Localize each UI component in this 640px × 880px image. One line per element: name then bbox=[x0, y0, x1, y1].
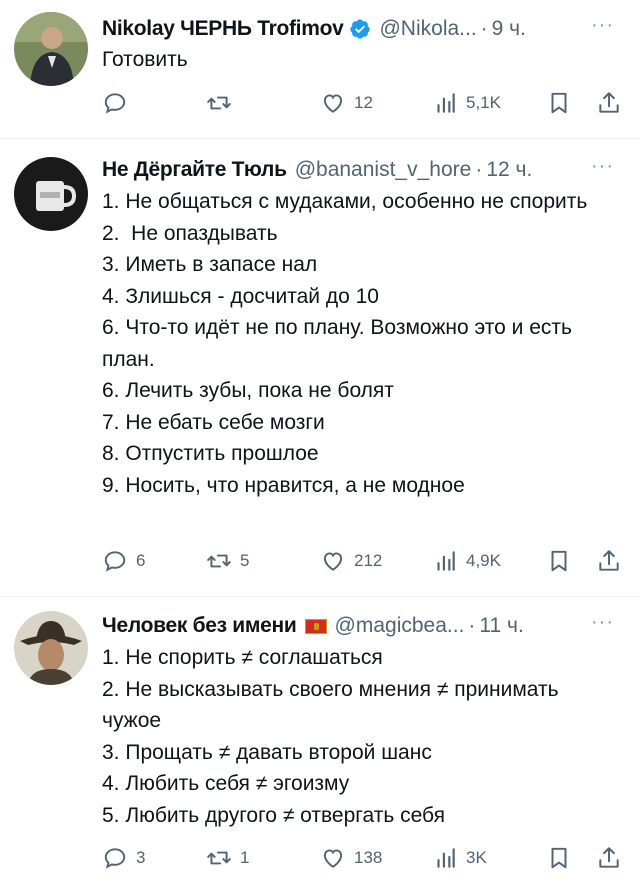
bookmark-button[interactable] bbox=[546, 86, 572, 120]
tweet-header: Человек без имени @magicbea... · 11 ч. ·… bbox=[102, 611, 624, 641]
tweet-text: 1. Не спорить ≠ соглашаться 2. Не высказ… bbox=[102, 646, 559, 827]
author-handle[interactable]: @bananist_v_hore bbox=[295, 158, 472, 182]
timestamp[interactable]: 12 ч. bbox=[486, 158, 532, 182]
share-icon bbox=[599, 92, 619, 113]
share-button[interactable] bbox=[596, 544, 622, 578]
views-button[interactable]: 3K bbox=[432, 841, 487, 875]
share-button[interactable] bbox=[596, 86, 622, 120]
like-count: 212 bbox=[354, 551, 383, 570]
bookmark-button[interactable] bbox=[546, 544, 572, 578]
bookmark-button[interactable] bbox=[546, 841, 572, 875]
separator: · bbox=[468, 614, 476, 637]
like-button[interactable]: 212 bbox=[320, 544, 382, 578]
retweet-count: 5 bbox=[240, 551, 250, 570]
bookmark-icon bbox=[551, 92, 567, 114]
views-count: 3K bbox=[466, 848, 487, 867]
separator: · bbox=[480, 17, 488, 40]
reply-icon bbox=[104, 551, 126, 572]
retweet-icon bbox=[207, 554, 231, 568]
timestamp[interactable]: 11 ч. bbox=[479, 614, 523, 638]
timestamp[interactable]: 9 ч. bbox=[492, 17, 526, 41]
avatar[interactable] bbox=[14, 157, 88, 231]
retweet-icon bbox=[207, 96, 231, 110]
views-button[interactable]: 5,1K bbox=[432, 86, 501, 120]
heart-icon bbox=[323, 94, 343, 113]
retweet-icon bbox=[207, 851, 231, 865]
retweet-count: 1 bbox=[240, 848, 250, 867]
bookmark-icon bbox=[551, 847, 567, 869]
reply-icon bbox=[104, 848, 126, 869]
heart-icon bbox=[323, 552, 343, 571]
author-name[interactable]: Не Дёргайте Тюль bbox=[102, 158, 287, 182]
like-button[interactable]: 138 bbox=[320, 841, 382, 875]
reply-count: 3 bbox=[136, 848, 146, 867]
retweet-button[interactable] bbox=[206, 86, 240, 120]
author-handle[interactable]: @Nikola... bbox=[379, 17, 476, 41]
author-name[interactable]: Nikolay ЧЕРНЬ Trofimov bbox=[102, 17, 344, 41]
views-icon bbox=[437, 551, 455, 571]
reply-count: 6 bbox=[136, 551, 146, 570]
share-icon bbox=[599, 550, 619, 571]
retweet-button[interactable]: 5 bbox=[206, 544, 249, 578]
views-count: 5,1K bbox=[466, 93, 501, 112]
verified-icon bbox=[350, 19, 371, 39]
action-bar: 6 5 212 4,9K bbox=[102, 544, 622, 578]
tweet[interactable]: Nikolay ЧЕРНЬ Trofimov @Nikola... · 9 ч.… bbox=[0, 0, 640, 137]
tweet-text: Готовить bbox=[102, 48, 188, 71]
tweet[interactable]: Человек без имени @magicbea... · 11 ч. ·… bbox=[0, 597, 640, 880]
avatar[interactable] bbox=[14, 12, 88, 86]
reply-icon bbox=[104, 93, 126, 114]
views-icon bbox=[437, 848, 455, 868]
separator: · bbox=[475, 158, 483, 181]
reply-button[interactable]: 3 bbox=[102, 841, 145, 875]
more-icon[interactable]: ··· bbox=[591, 14, 614, 37]
author-handle[interactable]: @magicbea... bbox=[335, 614, 465, 638]
views-button[interactable]: 4,9K bbox=[432, 544, 501, 578]
avatar[interactable] bbox=[14, 611, 88, 685]
reply-button[interactable]: 6 bbox=[102, 544, 145, 578]
tweet[interactable]: Не Дёргайте Тюль @bananist_v_hore · 12 ч… bbox=[0, 139, 640, 595]
views-count: 4,9K bbox=[466, 551, 501, 570]
share-button[interactable] bbox=[596, 841, 622, 875]
tweet-header: Не Дёргайте Тюль @bananist_v_hore · 12 ч… bbox=[102, 155, 624, 185]
action-bar: 3 1 138 3K bbox=[102, 841, 622, 875]
views-icon bbox=[437, 93, 455, 113]
retweet-button[interactable]: 1 bbox=[206, 841, 249, 875]
action-bar: 12 5,1K bbox=[102, 86, 622, 120]
like-count: 12 bbox=[354, 93, 373, 112]
like-count: 138 bbox=[354, 848, 383, 867]
bookmark-icon bbox=[551, 550, 567, 572]
like-button[interactable]: 12 bbox=[320, 86, 373, 120]
author-name[interactable]: Человек без имени bbox=[102, 614, 297, 638]
more-icon[interactable]: ··· bbox=[591, 611, 614, 634]
tweet-header: Nikolay ЧЕРНЬ Trofimov @Nikola... · 9 ч.… bbox=[102, 14, 624, 44]
share-icon bbox=[599, 847, 619, 868]
heart-icon bbox=[323, 849, 343, 868]
montenegro-flag-icon bbox=[304, 618, 327, 634]
more-icon[interactable]: ··· bbox=[591, 155, 614, 178]
tweet-text: 1. Не общаться с мудаками, особенно не с… bbox=[102, 190, 588, 497]
reply-button[interactable] bbox=[102, 86, 136, 120]
